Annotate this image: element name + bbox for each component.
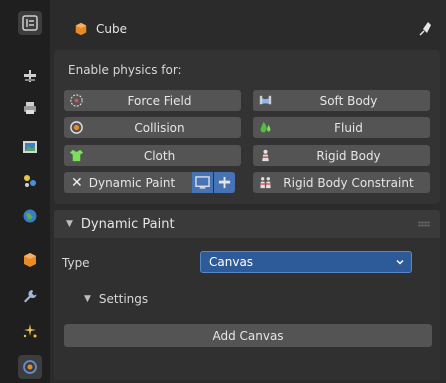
collapse-triangle-icon: ▼: [84, 294, 91, 304]
fluid-button[interactable]: Fluid: [253, 117, 430, 138]
pin-icon[interactable]: [418, 21, 432, 37]
enable-physics-panel: Enable physics for: Force Field Soft Bod…: [54, 50, 440, 204]
properties-header: Cube: [50, 11, 440, 47]
settings-subpanel-header[interactable]: ▼ Settings: [84, 292, 148, 306]
object-icon: [75, 22, 87, 36]
object-tab[interactable]: [18, 248, 42, 272]
dynamic-paint-canvas-toggle[interactable]: [192, 172, 213, 193]
cloth-button[interactable]: Cloth: [64, 145, 241, 166]
dynamic-paint-panel-header[interactable]: ▼ Dynamic Paint: [54, 210, 440, 238]
rigid-body-constraint-icon: [260, 177, 271, 189]
scene-icon: [24, 175, 36, 187]
world-icon: [23, 209, 37, 223]
wrench-icon: [24, 290, 37, 303]
rigid-body-icon: [262, 149, 269, 162]
cloth-icon: [69, 149, 84, 162]
dynamic-paint-settings-toggle[interactable]: [214, 172, 235, 193]
modifiers-tab[interactable]: [18, 284, 42, 308]
type-dropdown[interactable]: Canvas: [200, 251, 412, 273]
enable-physics-label: Enable physics for:: [68, 63, 182, 77]
object-icon: [24, 253, 36, 267]
monitor-icon: [195, 175, 210, 189]
soft-body-icon: [259, 95, 272, 105]
drag-grip-icon[interactable]: [418, 221, 430, 227]
rigid-body-constraint-button[interactable]: Rigid Body Constraint: [253, 172, 430, 193]
object-name: Cube: [96, 22, 127, 36]
fluid-icon: [260, 121, 271, 133]
render-icon: [24, 70, 36, 82]
physics-tab[interactable]: [18, 355, 42, 379]
output-tab[interactable]: [18, 96, 42, 120]
render-tab[interactable]: [18, 64, 42, 88]
force-field-button[interactable]: Force Field: [64, 90, 241, 111]
particles-tab[interactable]: [18, 319, 42, 343]
close-icon: ✕: [71, 174, 83, 191]
add-canvas-button[interactable]: Add Canvas: [64, 324, 432, 347]
printer-icon: [24, 102, 36, 114]
physics-icon: [23, 360, 37, 374]
render-icon: [218, 176, 231, 188]
view-layer-tab[interactable]: [18, 135, 42, 159]
particles-icon: [23, 324, 37, 338]
collision-icon: [70, 121, 83, 134]
remove-dynamic-paint-button[interactable]: ✕ Dynamic Paint: [64, 172, 192, 193]
image-icon: [23, 141, 37, 153]
rigid-body-button[interactable]: Rigid Body: [253, 145, 430, 166]
world-tab[interactable]: [18, 204, 42, 228]
force-field-icon: [70, 94, 83, 107]
tool-tab[interactable]: [18, 11, 42, 35]
tool-icon: [22, 15, 38, 31]
properties-tab-bar: [0, 0, 50, 383]
soft-body-button[interactable]: Soft Body: [253, 90, 430, 111]
chevron-down-icon: [396, 259, 404, 265]
dynamic-paint-panel: ▼ Dynamic Paint Type Canvas ▼ Settings A…: [54, 210, 440, 380]
type-label: Type: [62, 256, 90, 270]
collision-button[interactable]: Collision: [64, 117, 241, 138]
scene-tab[interactable]: [18, 169, 42, 193]
collapse-triangle-icon: ▼: [66, 219, 73, 229]
